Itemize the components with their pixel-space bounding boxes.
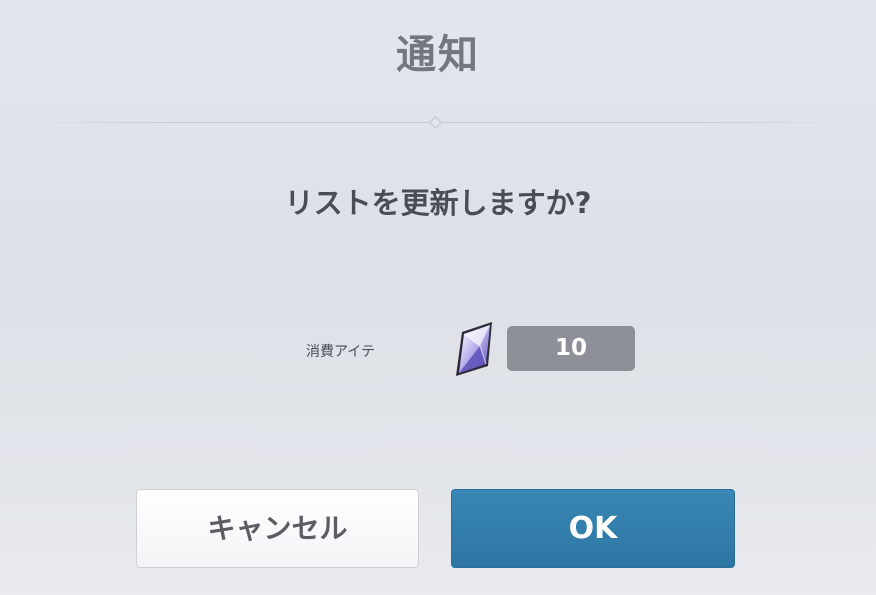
dialog-title: 通知 — [396, 32, 480, 78]
cost-label: 消費アイテ — [306, 344, 376, 360]
notification-dialog: 通知 リストを更新しますか? 消費アイテ 10 キャンセル OK — [0, 0, 876, 595]
cancel-button[interactable]: キャンセル — [136, 489, 419, 568]
dialog-message: リストを更新しますか? — [284, 186, 592, 220]
cost-amount: 10 — [507, 326, 635, 371]
ok-button[interactable]: OK — [451, 489, 735, 568]
divider-ornament — [429, 116, 442, 129]
crystal-icon — [456, 322, 492, 376]
